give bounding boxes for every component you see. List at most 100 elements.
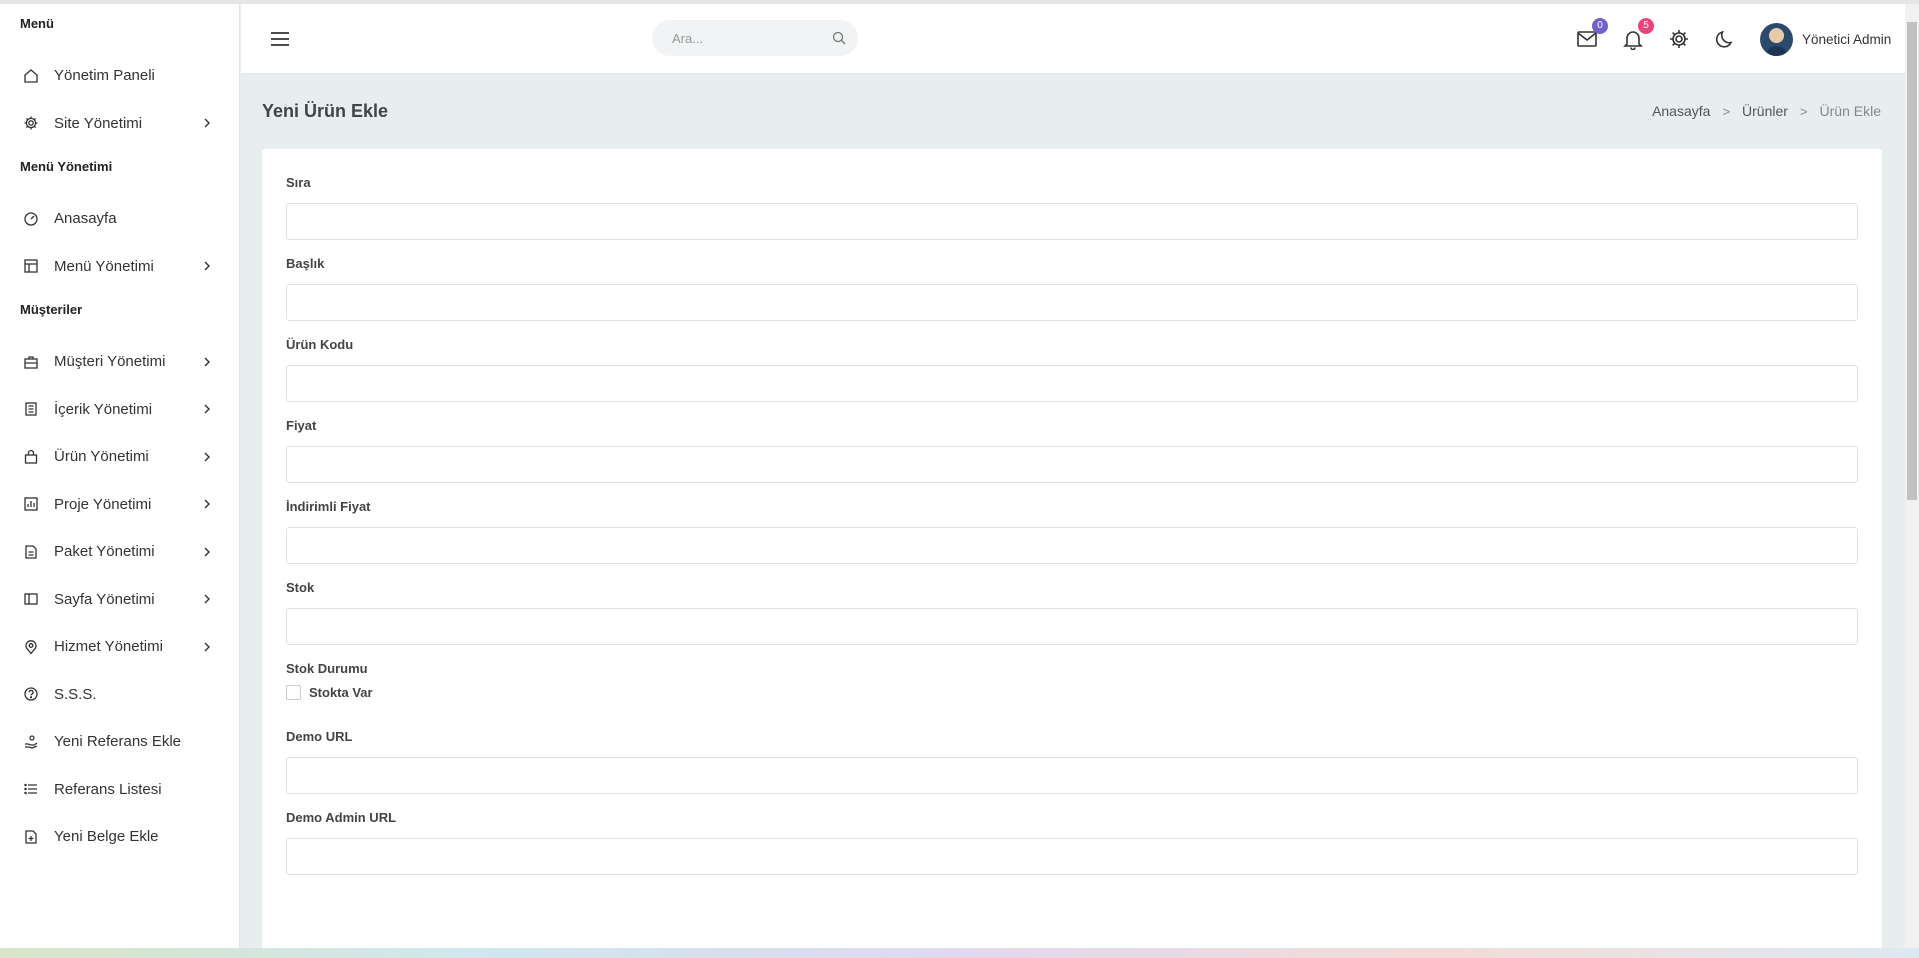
sidebar-item-sayfa-yonetimi[interactable]: Sayfa Yönetimi (0, 576, 239, 624)
gear-icon (22, 114, 40, 132)
moon-icon (1714, 30, 1736, 54)
mail-icon (1576, 31, 1598, 54)
sidebar-item-hizmet-yonetimi[interactable]: Hizmet Yönetimi (0, 623, 239, 671)
sidebar-item-label: S.S.S. (54, 685, 97, 703)
chevron-right-icon (201, 403, 213, 415)
chevron-right-icon (201, 498, 213, 510)
demo-url-input[interactable] (286, 757, 1858, 794)
breadcrumb: Anasayfa > Ürünler > Ürün Ekle (1652, 103, 1881, 119)
sidebar-item-label: Site Yönetimi (54, 114, 143, 132)
indirimli-fiyat-input[interactable] (286, 527, 1858, 564)
sidebar-item-proje-yonetimi[interactable]: Proje Yönetimi (0, 481, 239, 529)
stok-input[interactable] (286, 608, 1858, 645)
sidebar-item-paket-yonetimi[interactable]: Paket Yönetimi (0, 528, 239, 576)
form-field-urun-kodu: Ürün Kodu (286, 337, 1858, 402)
stokta-var-checkbox-row[interactable]: Stokta Var (286, 683, 1882, 701)
field-label: Stok (286, 580, 315, 595)
sidebar-item-referans-listesi[interactable]: Referans Listesi (0, 766, 239, 814)
sidebar-header-musteriler: Müşteriler (20, 302, 83, 317)
sidebar-item-site-yonetimi[interactable]: Site Yönetimi (0, 100, 239, 148)
file-icon (22, 543, 40, 561)
field-label: Sıra (286, 175, 311, 190)
layout-icon (22, 257, 40, 275)
fiyat-input[interactable] (286, 446, 1858, 483)
sidebar-item-label: Anasayfa (54, 210, 117, 228)
sidebar-item-label: Menü Yönetimi (54, 257, 154, 275)
sidebar-item-sss[interactable]: S.S.S. (0, 671, 239, 719)
sidebar-item-label: İçerik Yönetimi (54, 400, 153, 418)
sidebar-item-label: Sayfa Yönetimi (54, 590, 155, 608)
sidebar-item-urun-yonetimi[interactable]: Ürün Yönetimi (0, 433, 239, 481)
user-menu[interactable]: Yönetici Admin (1760, 21, 1891, 57)
sidebar-item-label: Yeni Belge Ekle (54, 828, 159, 846)
sidebar-section-menu-yonetimi: Menü Yönetimi Anasayfa Menü Yönetimi (0, 147, 239, 290)
list-icon (22, 780, 40, 798)
sidebar-item-label: Yeni Referans Ekle (54, 733, 182, 751)
sidebar-section-musteriler: Müşteriler Müşteri Yönetimi İçerik Yönet… (0, 290, 239, 861)
sidebar-item-yeni-referans-ekle[interactable]: Yeni Referans Ekle (0, 718, 239, 766)
map-pin-icon (22, 638, 40, 656)
bell-icon (1622, 31, 1644, 54)
sidebar-item-label: Hizmet Yönetimi (54, 638, 163, 656)
chevron-right-icon (201, 260, 213, 272)
search-icon[interactable] (832, 31, 848, 47)
field-label: Stok Durumu (286, 661, 368, 676)
breadcrumb-separator-icon: > (1722, 103, 1731, 119)
form-field-stok-durumu: Stok Durumu (286, 661, 1858, 677)
form-field-demo-admin-url: Demo Admin URL (286, 810, 1858, 875)
notification-button[interactable]: 5 (1622, 18, 1654, 54)
sidebar-item-yonetim-paneli[interactable]: Yönetim Paneli (0, 52, 239, 100)
help-circle-icon (22, 685, 40, 703)
form-field-sira: Sıra (286, 175, 1858, 240)
breadcrumb-separator-icon: > (1799, 103, 1808, 119)
field-label: Demo Admin URL (286, 810, 397, 825)
field-label: Fiyat (286, 418, 317, 433)
chevron-right-icon (201, 641, 213, 653)
form-field-baslik: Başlık (286, 256, 1858, 321)
home-icon (22, 67, 40, 85)
sidebar-item-yeni-belge-ekle[interactable]: Yeni Belge Ekle (0, 813, 239, 861)
sidebar-item-musteri-yonetimi[interactable]: Müşteri Yönetimi (0, 338, 239, 386)
form-field-fiyat: Fiyat (286, 418, 1858, 483)
mail-button[interactable]: 0 (1576, 18, 1608, 54)
field-label: İndirimli Fiyat (286, 499, 371, 514)
sidebar-item-label: Referans Listesi (54, 780, 162, 798)
sidebar-layout-icon (22, 590, 40, 608)
chevron-right-icon (201, 117, 213, 129)
mail-count-badge: 0 (1592, 18, 1608, 34)
search-box (652, 20, 858, 56)
user-name: Yönetici Admin (1802, 31, 1892, 47)
form-field-stok: Stok (286, 580, 1858, 645)
gear-icon (1668, 30, 1690, 54)
hamburger-menu-icon[interactable] (269, 28, 291, 50)
demo-admin-url-input[interactable] (286, 838, 1858, 875)
field-label: Demo URL (286, 729, 353, 744)
page-scrollbar[interactable] (1905, 4, 1919, 948)
chevron-right-icon (201, 356, 213, 368)
scrollbar-thumb[interactable] (1907, 22, 1917, 500)
form-field-indirimli-fiyat: İndirimli Fiyat (286, 499, 1858, 564)
dark-mode-toggle[interactable] (1714, 28, 1738, 52)
breadcrumb-current: Ürün Ekle (1819, 103, 1881, 119)
notification-count-badge: 5 (1638, 18, 1654, 34)
sidebar-section-menu: Menü Yönetim Paneli Site Yönetimi (0, 4, 239, 147)
breadcrumb-link-urunler[interactable]: Ürünler (1742, 103, 1788, 119)
sidebar-item-menu-yonetimi[interactable]: Menü Yönetimi (0, 243, 239, 291)
settings-button[interactable] (1668, 28, 1692, 52)
sidebar-item-anasayfa[interactable]: Anasayfa (0, 195, 239, 243)
search-input[interactable] (672, 30, 832, 46)
bar-chart-icon (22, 495, 40, 513)
stokta-var-checkbox[interactable] (286, 684, 301, 700)
page-title: Yeni Ürün Ekle (262, 101, 389, 121)
field-label: Ürün Kodu (286, 337, 354, 352)
gauge-icon (22, 210, 40, 228)
chevron-right-icon (201, 593, 213, 605)
urun-kodu-input[interactable] (286, 365, 1858, 402)
breadcrumb-link-anasayfa[interactable]: Anasayfa (1652, 103, 1710, 119)
sidebar-item-icerik-yonetimi[interactable]: İçerik Yönetimi (0, 386, 239, 434)
sira-input[interactable] (286, 203, 1858, 240)
file-plus-icon (22, 828, 40, 846)
briefcase-icon (22, 353, 40, 371)
baslik-input[interactable] (286, 284, 1858, 321)
sidebar-item-label: Paket Yönetimi (54, 543, 155, 561)
